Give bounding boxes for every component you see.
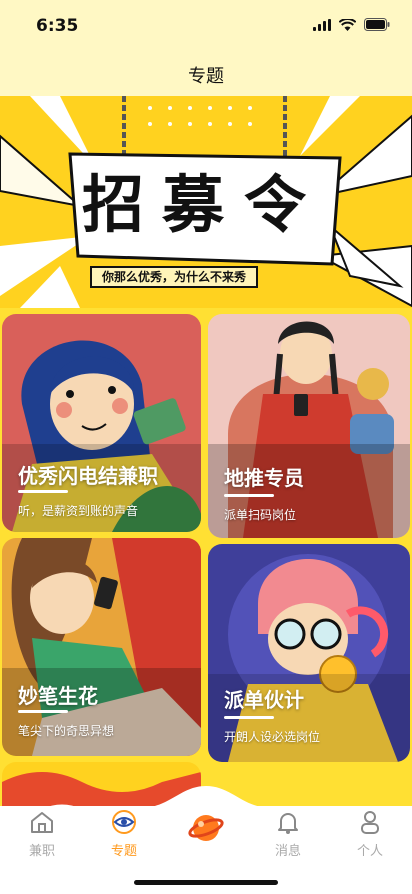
tab-messages[interactable]: 消息 <box>258 810 318 859</box>
tab-bar-curve <box>0 786 412 808</box>
status-icons <box>313 18 390 31</box>
signal-icon <box>313 18 331 31</box>
status-bar: 6:35 <box>0 0 412 50</box>
banner-title-char-3: 令 <box>244 168 307 241</box>
card-title: 派单伙计 <box>224 688 304 712</box>
tab-label: 个人 <box>356 844 383 859</box>
card-divider <box>18 490 68 493</box>
tab-label: 兼职 <box>28 844 55 859</box>
eye-icon <box>112 810 136 834</box>
topic-card[interactable]: 派单伙计 开朗人设必选岗位 <box>208 544 410 762</box>
person-icon <box>361 811 379 834</box>
topic-grid: 优秀闪电结兼职 听，是薪资到账的声音 地推专员 派单扫码岗位 妙笔生花 笔尖下的… <box>0 308 412 822</box>
card-subtitle: 开朗人设必选岗位 <box>224 730 321 744</box>
recruit-banner[interactable]: 招 募 令 你那么优秀，为什么不来秀 <box>0 96 412 308</box>
home-indicator <box>134 880 278 885</box>
card-title: 妙笔生花 <box>18 684 98 708</box>
card-subtitle: 派单扫码岗位 <box>224 508 297 522</box>
banner-title-char-2: 募 <box>162 168 225 241</box>
nav-bar: 专题 <box>0 50 412 96</box>
card-title: 地推专员 <box>224 466 304 490</box>
card-subtitle: 听，是薪资到账的声音 <box>18 504 139 518</box>
tab-topics[interactable]: 专题 <box>94 810 154 859</box>
bell-icon <box>278 813 298 834</box>
topic-card[interactable]: 地推专员 派单扫码岗位 <box>208 314 410 538</box>
card-divider <box>224 716 274 719</box>
card-illustration <box>2 314 201 532</box>
status-time: 6:35 <box>36 16 79 36</box>
home-icon <box>31 812 53 833</box>
planet-icon <box>188 815 224 841</box>
tab-label: 专题 <box>110 844 137 859</box>
banner-title-char-1: 招 <box>82 168 145 241</box>
tab-label: 消息 <box>274 844 301 859</box>
tab-profile[interactable]: 个人 <box>340 810 400 859</box>
wifi-icon <box>339 18 356 31</box>
card-subtitle: 笔尖下的奇思异想 <box>18 724 115 738</box>
battery-icon <box>364 18 390 31</box>
page-title: 专题 <box>188 66 224 87</box>
tab-parttime[interactable]: 兼职 <box>12 810 72 859</box>
topic-card[interactable]: 优秀闪电结兼职 听，是薪资到账的声音 <box>2 314 201 532</box>
card-illustration <box>208 314 410 538</box>
banner-subtitle: 你那么优秀，为什么不来秀 <box>90 266 258 288</box>
topic-card[interactable]: 妙笔生花 笔尖下的奇思异想 <box>2 538 201 756</box>
card-divider <box>224 494 274 497</box>
tab-center[interactable] <box>176 810 236 852</box>
card-title: 优秀闪电结兼职 <box>18 464 158 488</box>
card-divider <box>18 710 68 713</box>
